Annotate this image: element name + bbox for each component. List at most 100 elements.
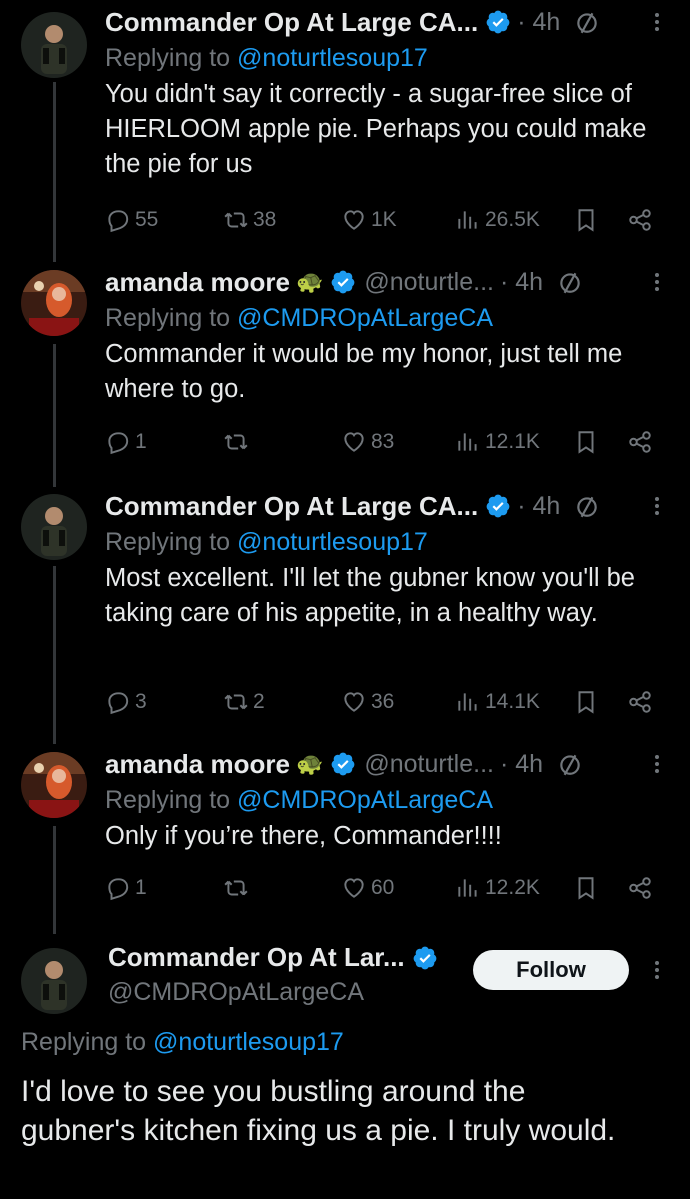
retweet-button[interactable]	[223, 872, 253, 904]
retweet-icon	[224, 434, 248, 450]
more-icon[interactable]	[642, 952, 672, 988]
replying-to: Replying to @noturtlesoup17	[21, 1028, 344, 1056]
views-button[interactable]: 14.1K	[455, 686, 540, 718]
replying-handle-link[interactable]: @CMDROpAtLargeCA	[237, 786, 493, 814]
reply-button[interactable]: 1	[105, 426, 147, 458]
replying-to: Replying to @noturtlesoup17	[105, 44, 428, 72]
share-icon	[629, 877, 651, 899]
tweet-text: I'd love to see you bustling around the …	[21, 1075, 616, 1147]
views-button[interactable]: 26.5K	[455, 204, 540, 236]
bookmark-button[interactable]	[573, 204, 599, 236]
verified-badge-icon	[413, 946, 437, 969]
like-button[interactable]: 60	[341, 872, 394, 904]
action-bar: 1 60 12.2K	[105, 872, 665, 904]
timestamp[interactable]: · 4h	[517, 8, 560, 37]
verified-badge-icon	[331, 270, 355, 294]
tweet-text: Most excellent. I'll let the gubner know…	[105, 564, 635, 627]
more-icon[interactable]	[642, 746, 672, 782]
more-icon[interactable]	[642, 4, 672, 40]
views-button[interactable]: 12.1K	[455, 426, 540, 458]
retweet-icon	[224, 694, 248, 710]
like-icon	[344, 210, 364, 230]
retweet-button[interactable]: 38	[223, 204, 276, 236]
avatar-commander[interactable]	[21, 948, 87, 1014]
reply-button[interactable]: 1	[105, 872, 147, 904]
bookmark-button[interactable]	[573, 872, 599, 904]
share-icon	[629, 209, 651, 231]
share-button[interactable]	[627, 426, 653, 458]
more-icon[interactable]	[642, 264, 672, 300]
author-name[interactable]: Commander Op At Large CA...	[105, 491, 478, 522]
replying-handle-link[interactable]: @CMDROpAtLargeCA	[237, 304, 493, 332]
edit-history-icon[interactable]	[574, 9, 600, 35]
avatar-commander[interactable]	[21, 12, 87, 78]
verified-badge-icon	[486, 494, 510, 518]
retweet-button[interactable]: 2	[223, 686, 265, 718]
thread-line-1	[53, 82, 56, 262]
share-button[interactable]	[627, 872, 653, 904]
reply-icon	[108, 432, 129, 455]
like-icon	[344, 878, 364, 898]
follow-button[interactable]: Follow	[473, 950, 629, 990]
bookmark-icon	[578, 209, 594, 232]
bookmark-icon	[578, 691, 594, 714]
like-icon	[344, 432, 364, 452]
replying-handle-link[interactable]: @noturtlesoup17	[237, 528, 428, 556]
reply-icon	[108, 692, 129, 715]
replying-handle-link[interactable]: @noturtlesoup17	[237, 44, 428, 72]
author-name[interactable]: amanda moore	[105, 267, 290, 298]
author-handle[interactable]: @CMDROpAtLargeCA	[108, 978, 364, 1007]
retweet-button[interactable]	[223, 426, 253, 458]
edit-history-icon[interactable]	[557, 751, 583, 777]
action-bar: 1 83 12.1K	[105, 426, 665, 458]
replying-to: Replying to @CMDROpAtLargeCA	[105, 304, 494, 332]
views-icon	[458, 879, 477, 897]
author-name[interactable]: Commander Op At Lar...	[108, 942, 405, 973]
turtle-emoji: 🐢	[295, 269, 324, 294]
turtle-emoji: 🐢	[295, 751, 324, 776]
edit-history-icon[interactable]	[557, 269, 583, 295]
share-icon	[629, 431, 651, 453]
timestamp[interactable]: · 4h	[500, 750, 543, 779]
verified-badge-icon	[331, 752, 355, 776]
like-icon	[344, 692, 364, 712]
share-button[interactable]	[627, 204, 653, 236]
reply-button[interactable]: 55	[105, 204, 158, 236]
retweet-icon	[224, 212, 248, 228]
like-button[interactable]: 83	[341, 426, 394, 458]
bookmark-button[interactable]	[573, 426, 599, 458]
views-icon	[458, 693, 477, 711]
share-icon	[629, 691, 651, 713]
tweet-text: Commander it would be my honor, just tel…	[105, 340, 623, 403]
avatar-amanda[interactable]	[21, 270, 87, 336]
verified-badge-icon	[486, 10, 510, 34]
like-button[interactable]: 1K	[341, 204, 397, 236]
avatar-amanda[interactable]	[21, 752, 87, 818]
timestamp[interactable]: · 4h	[517, 492, 560, 521]
timestamp[interactable]: · 4h	[500, 268, 543, 297]
thread-line-4	[53, 826, 56, 934]
author-handle[interactable]: @noturtle...	[364, 750, 494, 779]
bookmark-button[interactable]	[573, 686, 599, 718]
like-button[interactable]: 36	[341, 686, 394, 718]
reply-icon	[108, 878, 129, 901]
share-button[interactable]	[627, 686, 653, 718]
replying-handle-link[interactable]: @noturtlesoup17	[153, 1028, 344, 1056]
author-name[interactable]: Commander Op At Large CA...	[105, 7, 478, 38]
replying-to: Replying to @CMDROpAtLargeCA	[105, 786, 494, 814]
reply-button[interactable]: 3	[105, 686, 147, 718]
action-bar: 3 2 36 14.1K	[105, 686, 665, 718]
views-button[interactable]: 12.2K	[455, 872, 540, 904]
author-handle[interactable]: @noturtle...	[364, 268, 494, 297]
bookmark-icon	[578, 431, 594, 454]
author-name[interactable]: amanda moore	[105, 749, 290, 780]
thread-line-3	[53, 566, 56, 744]
tweet-text: Only if you’re there, Commander!!!!	[105, 822, 502, 850]
avatar-commander[interactable]	[21, 494, 87, 560]
action-bar: 55 38 1K 26.5K	[105, 204, 665, 236]
replying-to: Replying to @noturtlesoup17	[105, 528, 428, 556]
tweet-text: You didn't say it correctly - a sugar-fr…	[105, 80, 647, 178]
edit-history-icon[interactable]	[574, 493, 600, 519]
views-icon	[458, 433, 477, 451]
more-icon[interactable]	[642, 488, 672, 524]
